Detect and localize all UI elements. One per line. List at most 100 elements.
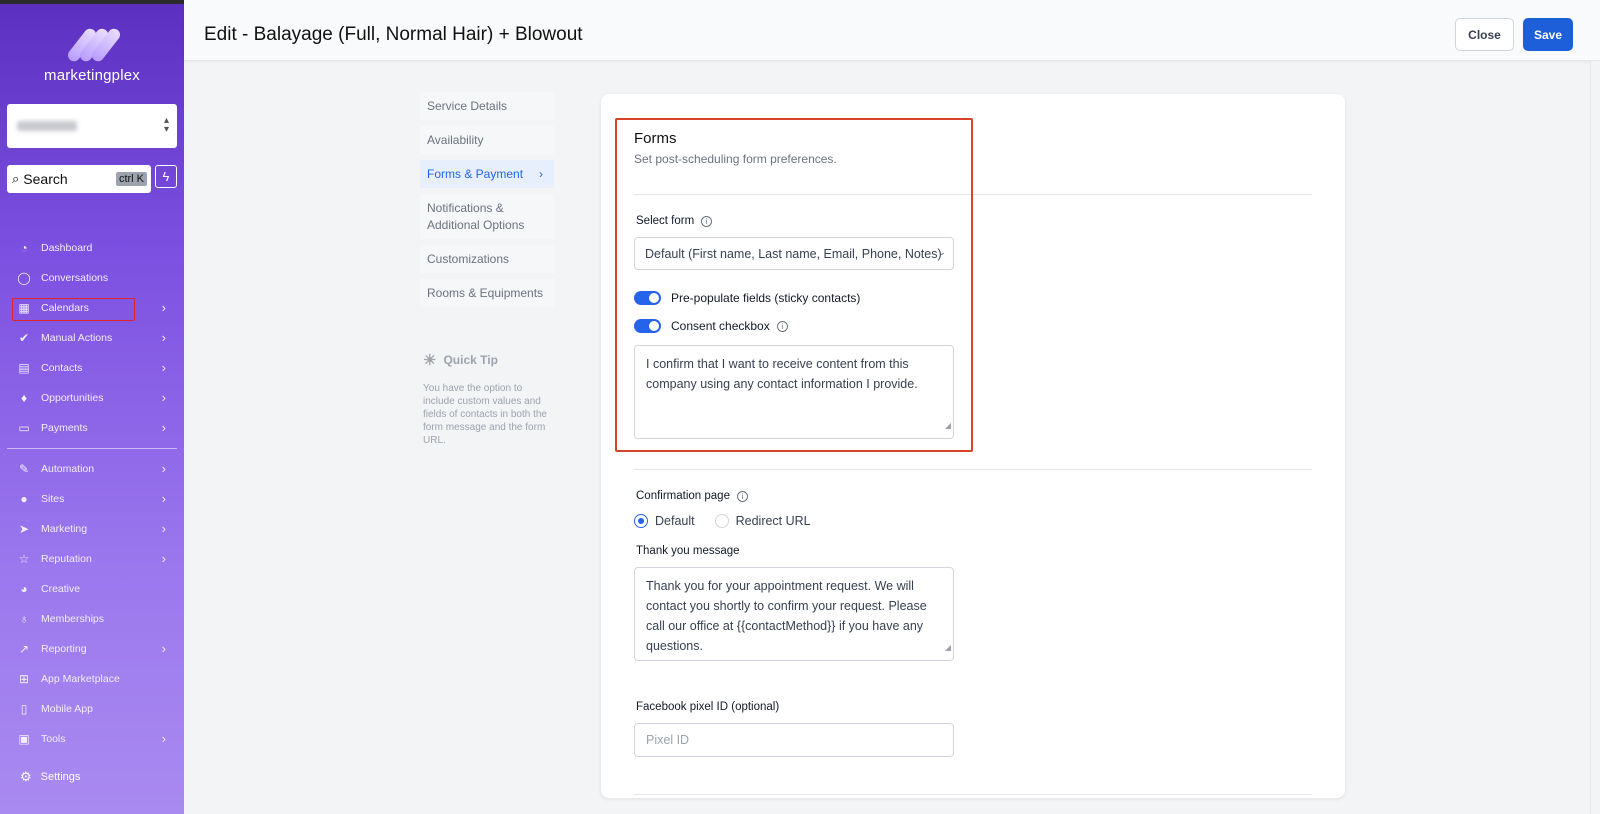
- updown-caret-icon: ▴ ▾: [163, 115, 169, 135]
- sidebar-item-settings[interactable]: ⚙ Settings: [20, 769, 80, 785]
- subnav-forms-payment[interactable]: Forms & Payment ›: [420, 160, 554, 188]
- account-name-blurred: [17, 121, 77, 131]
- close-button[interactable]: Close: [1455, 18, 1514, 51]
- prepopulate-row: Pre-populate fields (sticky contacts): [634, 291, 860, 305]
- search-button[interactable]: ⌕ Search ctrl K: [7, 165, 151, 193]
- sidebar-item-tools[interactable]: ▣ Tools ›: [0, 724, 184, 754]
- sidebar-item-marketing[interactable]: ➤ Marketing ›: [0, 514, 184, 544]
- radio-redirect-url[interactable]: [714, 514, 729, 528]
- dashboard-icon: ◔: [20, 241, 28, 255]
- radio-redirect-label: Redirect URL: [735, 514, 811, 528]
- resize-grip-icon[interactable]: ◢: [945, 638, 951, 658]
- sidebar-item-label: Manual Actions: [41, 332, 113, 344]
- prepopulate-label: Pre-populate fields (sticky contacts): [671, 291, 861, 305]
- sidebar-item-label: Sites: [41, 493, 65, 505]
- thankyou-text-area[interactable]: Thank you for your appointment request. …: [634, 567, 954, 661]
- subnav-rooms-equipments[interactable]: Rooms & Equipments: [420, 279, 554, 307]
- info-icon[interactable]: i: [776, 320, 788, 332]
- brand-name: marketingplex: [44, 67, 140, 84]
- nav-divider: [7, 448, 177, 449]
- sidebar-item-label: Reputation: [41, 553, 92, 565]
- sidebar-item-label: Conversations: [41, 272, 109, 284]
- sidebar-item-memberships[interactable]: ♁ Memberships: [0, 604, 184, 634]
- account-switcher[interactable]: ▴ ▾: [7, 104, 177, 148]
- sidebar-item-creative[interactable]: ◕ Creative: [0, 574, 184, 604]
- sidebar-item-label: Payments: [41, 422, 88, 434]
- chart-icon: ↗: [18, 642, 30, 656]
- info-icon[interactable]: i: [736, 490, 748, 502]
- sidebar-item-label: Calendars: [41, 302, 89, 314]
- sidebar-item-payments[interactable]: ▭ Payments ›: [0, 413, 184, 443]
- subnav-service-details[interactable]: Service Details: [420, 92, 554, 120]
- grid-icon: ⊞: [18, 672, 30, 686]
- radio-default[interactable]: [634, 514, 648, 528]
- divider: [634, 794, 1312, 795]
- globe-icon: ●: [20, 492, 28, 506]
- sidebar-item-reporting[interactable]: ↗ Reporting ›: [0, 634, 184, 664]
- quick-action-button[interactable]: ϟ: [155, 165, 177, 188]
- pixel-id-input[interactable]: [634, 723, 954, 757]
- chevron-down-icon: ⌄: [937, 247, 946, 258]
- sidebar-item-reputation[interactable]: ☆ Reputation ›: [0, 544, 184, 574]
- sidebar: marketingplex ▴ ▾ ⌕ Search ctrl K ϟ ◔ Dash…: [0, 0, 184, 814]
- shortcut-hint: ctrl K: [115, 172, 147, 186]
- chevron-right-icon: ›: [539, 167, 543, 181]
- sidebar-item-label: Memberships: [41, 613, 105, 625]
- sidebar-item-dashboard[interactable]: ◔ Dashboard: [0, 233, 184, 263]
- sidebar-item-mobile-app[interactable]: ▯ Mobile App: [0, 694, 184, 724]
- consent-label: Consent checkbox: [671, 319, 770, 333]
- card-icon: ▭: [18, 421, 30, 435]
- chevron-right-icon: ›: [161, 330, 166, 345]
- quick-tip-body: You have the option to include custom va…: [423, 383, 547, 446]
- chevron-right-icon: ›: [161, 731, 166, 746]
- divider: [634, 194, 1312, 195]
- sidebar-item-manual-actions[interactable]: ✔ Manual Actions ›: [0, 323, 184, 353]
- forms-card: Forms Set post-scheduling form preferenc…: [601, 94, 1345, 798]
- settings-subnav: Service Details Availability Forms & Pay…: [420, 92, 554, 313]
- check-badge-icon: ✔: [18, 331, 30, 345]
- subnav-availability[interactable]: Availability: [420, 126, 554, 154]
- divider: [634, 469, 1312, 470]
- prepopulate-toggle[interactable]: [634, 291, 661, 305]
- pixel-label: Facebook pixel ID (optional): [636, 701, 780, 713]
- select-form-label: Select form i: [636, 215, 713, 227]
- section-title: Forms: [634, 130, 677, 147]
- wand-icon: ✎: [18, 462, 30, 476]
- sidebar-item-opportunities[interactable]: ♦ Opportunities ›: [0, 383, 184, 413]
- chevron-right-icon: ›: [161, 641, 166, 656]
- sidebar-item-contacts[interactable]: ▤ Contacts ›: [0, 353, 184, 383]
- contacts-icon: ▤: [18, 361, 30, 375]
- sidebar-item-label: Contacts: [41, 362, 83, 374]
- subnav-notifications[interactable]: Notifications & Additional Options: [420, 194, 554, 239]
- quick-tip: ☀ Quick Tip You have the option to inclu…: [423, 351, 553, 447]
- subnav-label: Forms & Payment: [427, 167, 524, 181]
- form-select[interactable]: Default (First name, Last name, Email, P…: [634, 237, 954, 270]
- confirmation-radio-group: Default Redirect URL: [634, 514, 811, 528]
- sidebar-item-app-marketplace[interactable]: ⊞ App Marketplace: [0, 664, 184, 694]
- scroll-rail[interactable]: [1590, 61, 1600, 814]
- phone-icon: ▯: [20, 702, 28, 716]
- consent-row: Consent checkbox i: [634, 319, 788, 333]
- resize-grip-icon[interactable]: ◢: [945, 416, 951, 436]
- palette-icon: ◕: [20, 582, 28, 596]
- thankyou-label: Thank you message: [636, 545, 740, 557]
- calendar-icon: ▦: [18, 301, 30, 315]
- bolt-icon: ϟ: [162, 169, 170, 184]
- sidebar-item-conversations[interactable]: ◯ Conversations: [0, 263, 184, 293]
- sidebar-item-label: App Marketplace: [41, 673, 120, 685]
- consent-text-area[interactable]: I confirm that I want to receive content…: [634, 345, 954, 439]
- sidebar-item-automation[interactable]: ✎ Automation ›: [0, 454, 184, 484]
- sidebar-item-sites[interactable]: ● Sites ›: [0, 484, 184, 514]
- logo-mark: [65, 26, 123, 64]
- chevron-right-icon: ›: [161, 521, 166, 536]
- sidebar-item-calendars[interactable]: ▦ Calendars ›: [0, 293, 184, 323]
- brand-logo[interactable]: marketingplex: [0, 26, 184, 84]
- sidebar-item-label: Marketing: [41, 523, 88, 535]
- chevron-right-icon: ›: [161, 461, 166, 476]
- save-button[interactable]: Save: [1523, 18, 1573, 51]
- consent-toggle[interactable]: [634, 319, 661, 333]
- info-icon[interactable]: i: [701, 215, 713, 227]
- chevron-right-icon: ›: [161, 360, 166, 375]
- subnav-customizations[interactable]: Customizations: [420, 245, 554, 273]
- chevron-right-icon: ›: [161, 300, 166, 315]
